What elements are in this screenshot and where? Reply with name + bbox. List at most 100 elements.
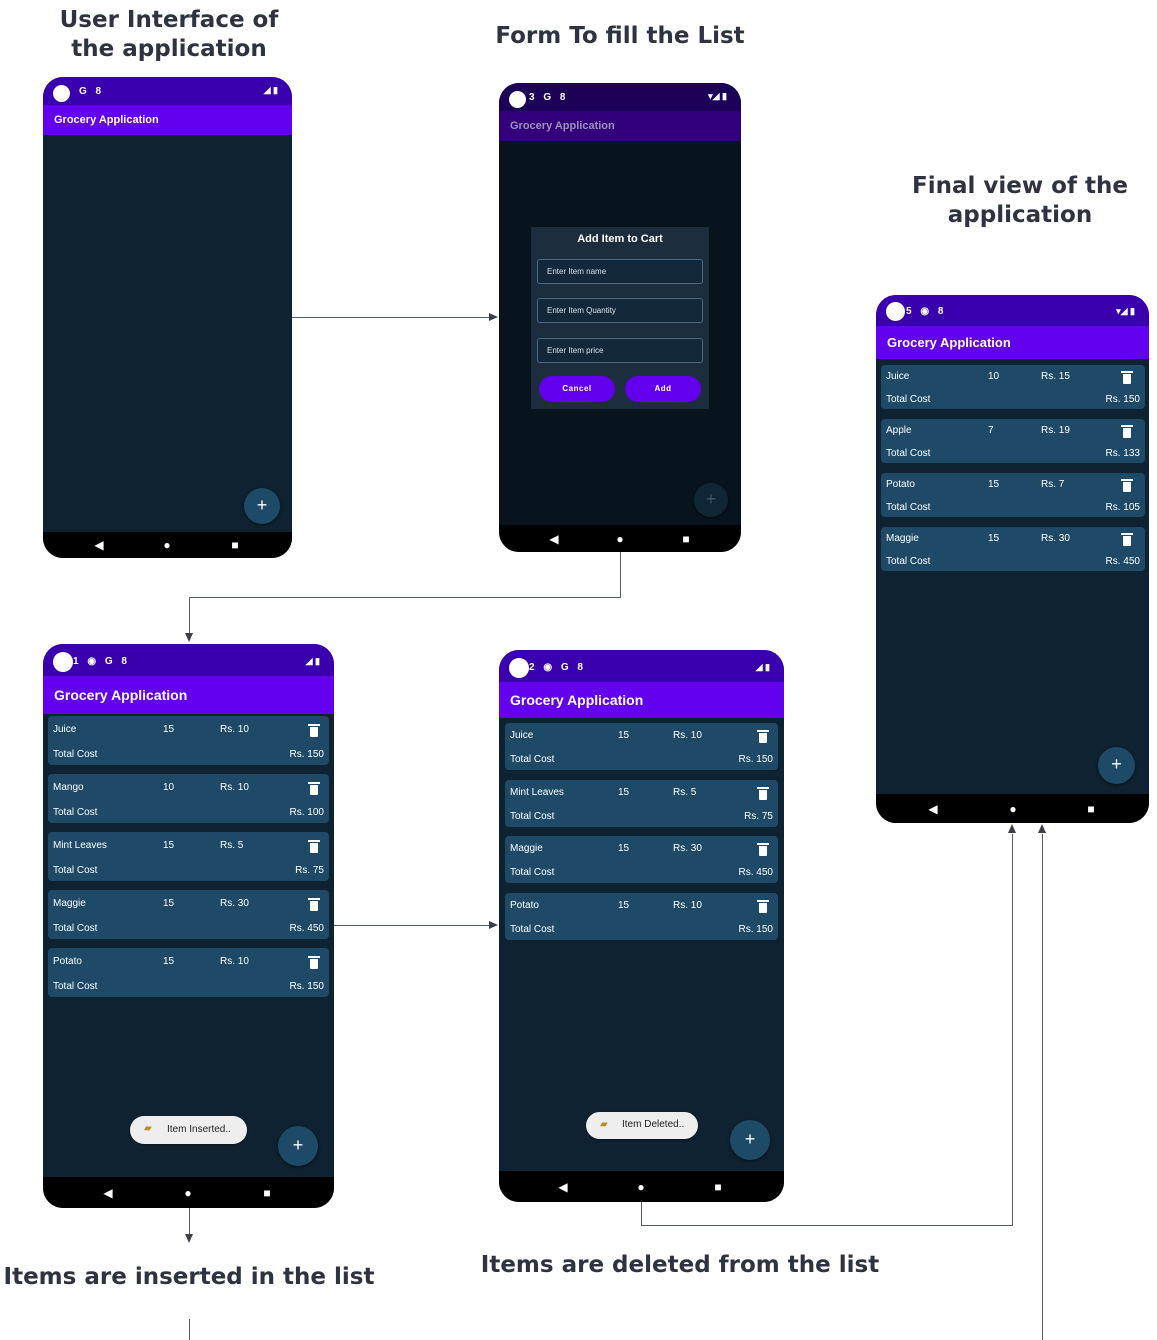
delete-icon[interactable]	[757, 899, 769, 913]
add-item-button[interactable]: +	[244, 488, 280, 524]
home-icon[interactable]: ●	[637, 1181, 644, 1193]
connector-inserted-down	[189, 1208, 190, 1234]
recent-apps-icon[interactable]: ■	[263, 1187, 270, 1199]
delete-icon[interactable]	[308, 898, 320, 911]
delete-icon[interactable]	[757, 730, 769, 743]
list-item: Juice 10 Rs. 15 Total Cost Rs. 150	[881, 365, 1145, 409]
app-bar: Grocery Application	[499, 111, 741, 141]
total-cost-label: Total Cost	[53, 981, 98, 992]
connector-deleted-down	[641, 1201, 642, 1226]
item-name-input[interactable]: Enter Item name	[537, 259, 703, 284]
back-icon[interactable]: ◀	[103, 1187, 112, 1199]
item-quantity: 15	[163, 898, 175, 909]
app-bar: Grocery Application	[876, 326, 1149, 359]
add-item-button[interactable]: +	[278, 1126, 318, 1166]
delete-icon[interactable]	[308, 782, 320, 795]
delete-icon[interactable]	[1121, 425, 1133, 438]
total-cost-value: Rs. 100	[289, 807, 324, 818]
total-cost-label: Total Cost	[510, 867, 555, 878]
home-icon[interactable]: ●	[1009, 803, 1016, 815]
home-icon[interactable]: ●	[184, 1187, 191, 1199]
delete-icon[interactable]	[1121, 533, 1133, 546]
total-cost-value: Rs. 150	[289, 749, 324, 760]
item-name: Juice	[53, 724, 77, 735]
cancel-button[interactable]: Cancel	[539, 376, 615, 402]
phone-empty-ui: G 8 ◢ ▮ Grocery Application + ◀ ● ■	[43, 77, 292, 558]
status-icons: 2 ◉ G 8	[529, 662, 586, 673]
total-cost-value: Rs. 150	[738, 923, 773, 935]
status-bar: 1 ◉ G 8 ◢ ▮	[43, 644, 334, 676]
nav-bar: ◀ ● ■	[499, 525, 741, 552]
item-price: Rs. 7	[1041, 479, 1065, 490]
caption-user-interface: User Interface of the application	[59, 7, 279, 62]
add-item-button[interactable]: +	[730, 1120, 770, 1160]
connector-form-across	[189, 597, 621, 598]
nav-bar: ◀ ● ■	[876, 794, 1149, 823]
nav-bar: ◀ ● ■	[499, 1171, 784, 1202]
total-cost-label: Total Cost	[53, 807, 98, 818]
status-bar: 5 ◉ 8 ▾◢ ▮	[876, 295, 1149, 326]
toast-message: Item Deleted..	[622, 1119, 685, 1130]
recent-apps-icon[interactable]: ■	[1087, 803, 1094, 815]
arrow-head	[1038, 824, 1046, 833]
delete-icon[interactable]	[757, 843, 769, 856]
delete-icon[interactable]	[308, 956, 320, 969]
add-item-button[interactable]: +	[1098, 747, 1135, 784]
status-bar: G 8 ◢ ▮	[43, 77, 292, 105]
total-cost-label: Total Cost	[886, 556, 931, 567]
item-price-input[interactable]: Enter Item price	[537, 338, 703, 363]
caption-final-view: Final view of the application	[912, 173, 1128, 228]
app-title: Grocery Application	[887, 335, 1011, 350]
item-deleted-toast: ▰ Item Deleted..	[586, 1112, 698, 1139]
item-quantity: 10	[988, 371, 1000, 382]
home-icon[interactable]: ●	[163, 539, 170, 551]
total-cost-value: Rs. 75	[744, 810, 773, 822]
delete-icon[interactable]	[757, 786, 769, 800]
add-button[interactable]: Add	[625, 376, 701, 402]
status-bar: 2 ◉ G 8 ◢ ▮	[499, 650, 784, 682]
list-item: Potato 15 Rs. 10 Total Cost Rs. 150	[505, 892, 778, 940]
recent-apps-icon[interactable]: ■	[714, 1181, 721, 1193]
list-item: Mint Leaves 15 Rs. 5 Total Cost Rs. 75	[505, 779, 778, 827]
item-quantity: 15	[163, 956, 175, 967]
arrow-head	[1008, 824, 1016, 833]
phone-form: 3 G 8 ▾◢ ▮ Grocery Application Add Item …	[499, 83, 741, 552]
cart-icon: ▰	[144, 1123, 152, 1134]
delete-icon[interactable]	[308, 724, 320, 737]
app-title: Grocery Application	[510, 120, 615, 132]
item-price: Rs. 30	[220, 898, 249, 909]
caption-items-inserted: Items are inserted in the list	[3, 1264, 375, 1290]
item-quantity: 15	[988, 533, 1000, 544]
add-item-button[interactable]: +	[694, 483, 728, 517]
recent-apps-icon[interactable]: ■	[682, 533, 689, 545]
item-quantity-input[interactable]: Enter Item Quantity	[537, 298, 703, 323]
home-icon[interactable]: ●	[616, 533, 623, 545]
back-icon[interactable]: ◀	[558, 1181, 567, 1193]
item-quantity: 10	[163, 782, 175, 793]
item-name: Maggie	[510, 843, 543, 854]
toast-message: Item Inserted..	[167, 1124, 231, 1135]
recent-apps-icon[interactable]: ■	[231, 539, 238, 551]
back-icon[interactable]: ◀	[94, 539, 103, 551]
total-cost-label: Total Cost	[886, 448, 931, 459]
delete-icon[interactable]	[1121, 371, 1133, 384]
total-cost-label: Total Cost	[53, 865, 98, 876]
phone-items-inserted: 1 ◉ G 8 ◢ ▮ Grocery Application Juice 15 R…	[43, 644, 334, 1208]
item-name: Apple	[886, 425, 912, 436]
item-inserted-toast: ▰ Item Inserted..	[130, 1116, 247, 1144]
list-item: Mango 10 Rs. 10 Total Cost Rs. 100	[48, 774, 329, 823]
total-cost-label: Total Cost	[510, 810, 555, 822]
item-name: Potato	[53, 956, 82, 967]
arrow-head	[185, 633, 193, 642]
add-item-dialog: Add Item to Cart Enter Item name Enter I…	[531, 227, 709, 409]
item-quantity: 15	[618, 786, 630, 798]
app-title: Grocery Application	[54, 114, 159, 126]
signal-battery-icon: ▾◢ ▮	[708, 91, 727, 101]
delete-icon[interactable]	[1121, 479, 1133, 492]
list-item: Juice 15 Rs. 10 Total Cost Rs. 150	[505, 723, 778, 770]
back-icon[interactable]: ◀	[549, 533, 558, 545]
item-name: Juice	[886, 371, 910, 382]
back-icon[interactable]: ◀	[928, 803, 937, 815]
list-item: Maggie 15 Rs. 30 Total Cost Rs. 450	[48, 890, 329, 939]
delete-icon[interactable]	[308, 840, 320, 853]
